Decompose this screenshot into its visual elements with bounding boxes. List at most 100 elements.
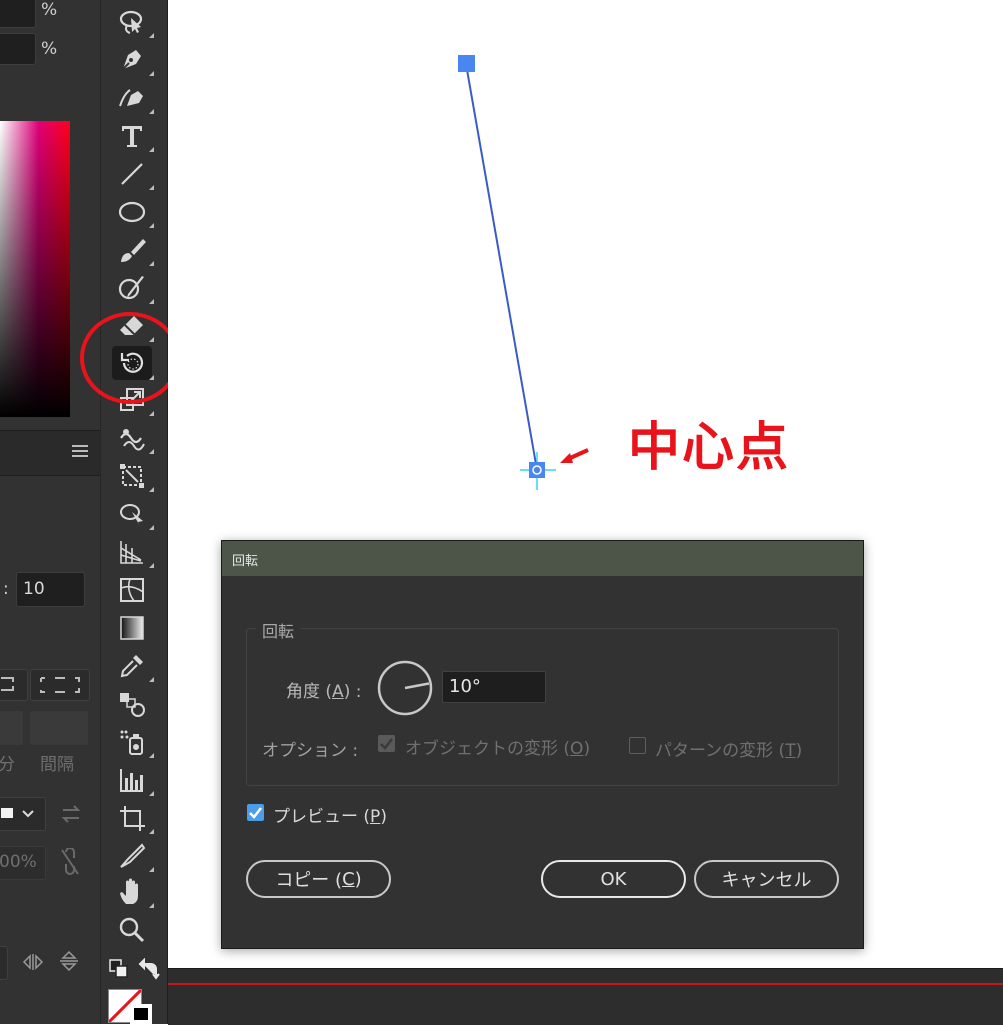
angle-input[interactable]: 10° (442, 671, 546, 703)
tool-line[interactable] (112, 158, 154, 190)
distribute-box-1[interactable] (0, 711, 23, 745)
distribute-box-2[interactable] (30, 711, 88, 745)
column-graph-icon (120, 769, 143, 792)
tool-blend[interactable] (112, 688, 152, 720)
transform-patterns-label: パターンの変形 (T) (655, 741, 803, 761)
tool-free-transform[interactable] (112, 460, 154, 492)
cancel-button[interactable]: キャンセル (694, 860, 839, 898)
field-colon: : (3, 579, 9, 599)
lasso-icon (119, 10, 143, 34)
tool-column-graph[interactable] (112, 764, 154, 796)
label-kankaku: 間隔 (40, 755, 74, 775)
angle-label: 角度 (A) : (286, 682, 362, 702)
align-icon-1 (1, 677, 14, 691)
checkmark-icon (380, 738, 393, 750)
tool-pen[interactable] (112, 44, 154, 76)
properties-panel: % % : 10 分 間隔 00% (0, 0, 100, 1024)
spacing-input[interactable]: 10 (16, 572, 85, 607)
tool-lasso[interactable] (112, 6, 154, 38)
unlink-icon[interactable] (58, 848, 82, 876)
panel-menu-icon[interactable] (72, 445, 88, 457)
anchor-point-top[interactable] (458, 55, 475, 72)
curvature-pen-icon (119, 89, 143, 107)
tool-type[interactable] (112, 120, 154, 152)
flip-vertical-icon[interactable] (58, 950, 80, 972)
artboard-icon (120, 806, 145, 831)
stroke-swatch[interactable] (130, 1004, 152, 1024)
perspective-grid-icon (120, 541, 143, 564)
tool-zoom[interactable] (112, 914, 152, 946)
tool-gradient[interactable] (112, 612, 152, 644)
flip-horizontal-icon[interactable] (22, 952, 44, 972)
label-bun: 分 (0, 755, 15, 775)
tool-shape-builder[interactable] (112, 498, 154, 530)
align-icon-2 (40, 677, 80, 693)
default-colors-icon[interactable] (108, 958, 130, 980)
center-point-label: 中心点 (628, 418, 791, 478)
percent-label-2: % (41, 39, 58, 59)
shaper-icon (118, 276, 144, 300)
dash-select[interactable] (0, 797, 46, 831)
tool-ellipse[interactable] (112, 196, 154, 228)
angle-dial[interactable] (376, 659, 434, 717)
tool-mesh[interactable] (112, 574, 152, 606)
swap-arrows-icon[interactable] (60, 804, 82, 824)
align-button-2[interactable] (30, 669, 90, 701)
bottom-field[interactable] (0, 946, 8, 980)
tool-shaper[interactable] (112, 272, 154, 304)
highlight-circle (80, 312, 180, 404)
options-label: オプション : (262, 741, 359, 761)
arrow-icon (560, 448, 589, 463)
value-field-1[interactable] (0, 0, 36, 28)
gradient-icon (120, 616, 144, 640)
dialog-titlebar[interactable]: 回転 (222, 541, 863, 576)
paintbrush-icon (121, 239, 146, 262)
bottom-status-bar (168, 968, 1003, 1025)
align-button-1[interactable] (0, 669, 28, 701)
zoom-icon (119, 917, 145, 943)
mesh-icon (120, 578, 144, 602)
value-field-2[interactable] (0, 33, 36, 65)
color-picker-field[interactable] (0, 121, 70, 417)
rotate-group (246, 628, 839, 786)
tool-eyedropper[interactable] (112, 650, 154, 682)
free-transform-icon (120, 464, 144, 488)
checkmark-icon (249, 807, 262, 819)
tool-artboard[interactable] (112, 802, 154, 834)
tool-paintbrush[interactable] (112, 234, 154, 266)
tool-slice[interactable] (112, 840, 154, 872)
transform-objects-label: オブジェクトの変形 (O) (405, 739, 591, 759)
anchor-point-bottom[interactable] (529, 462, 545, 478)
rotate-dialog: 回転 回転 角度 (A) : 10° オプション : オブジェクトの変形 (O)… (221, 540, 864, 949)
warp-icon (120, 429, 145, 451)
opacity-field[interactable]: 00% (0, 846, 46, 880)
eyedropper-icon (120, 655, 143, 678)
swap-colors-icon[interactable] (138, 958, 160, 980)
red-divider (168, 983, 1003, 985)
chevron-down-icon (22, 810, 34, 818)
tool-perspective-grid[interactable] (112, 536, 154, 568)
line-segment-icon (121, 163, 143, 185)
ok-button[interactable]: OK (541, 860, 686, 898)
shape-builder-icon (120, 504, 143, 526)
copy-button[interactable]: コピー (C) (246, 860, 391, 898)
slice-icon (120, 843, 146, 868)
tool-curvature[interactable] (112, 82, 154, 114)
preview-label: プレビュー (P) (273, 807, 387, 827)
tool-puppet-warp[interactable] (112, 422, 154, 454)
transform-patterns-checkbox[interactable] (629, 737, 646, 754)
transform-objects-checkbox[interactable] (378, 735, 395, 752)
type-icon (122, 126, 142, 147)
line-path[interactable] (440, 40, 640, 500)
percent-label-1: % (41, 0, 58, 20)
tool-symbol-sprayer[interactable] (112, 726, 154, 758)
symbol-sprayer-icon (120, 730, 143, 755)
hand-icon (120, 878, 138, 904)
blend-icon (120, 693, 145, 717)
tool-hand[interactable] (112, 876, 154, 908)
pen-icon (120, 50, 141, 72)
dialog-title: 回転 (232, 554, 259, 569)
rotate-group-label: 回転 (256, 618, 301, 642)
ellipse-icon (118, 201, 146, 223)
preview-checkbox[interactable] (247, 804, 264, 821)
